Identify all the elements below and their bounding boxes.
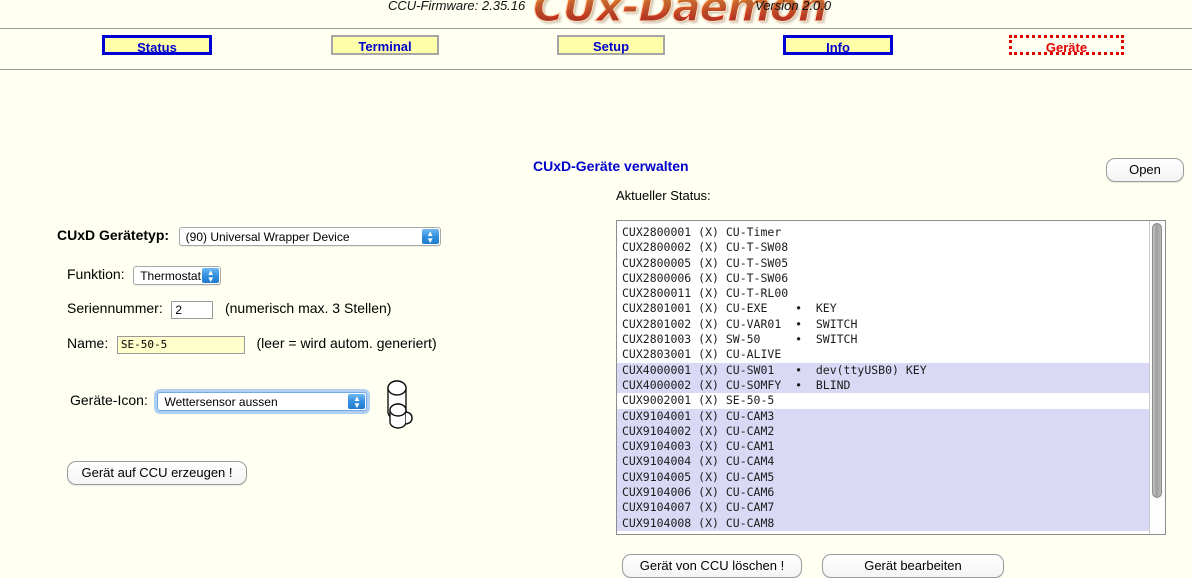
function-row: Funktion: Thermostat ▲ ▼ xyxy=(67,266,222,286)
device-list-item[interactable]: CUX4000002 (X) CU-SOMFY • BLIND xyxy=(617,377,1149,394)
function-select[interactable]: Thermostat ▲ ▼ xyxy=(133,266,222,286)
create-device-button[interactable]: Gerät auf CCU erzeugen ! xyxy=(67,461,247,485)
device-list-item[interactable]: CUX9104005 (X) CU-CAM5 xyxy=(617,469,1149,486)
delete-device-button[interactable]: Gerät von CCU löschen ! xyxy=(622,554,802,578)
tab-terminal[interactable]: Terminal xyxy=(331,35,439,55)
edit-device-button[interactable]: Gerät bearbeiten xyxy=(822,554,1004,578)
serial-label: Seriennummer: xyxy=(67,300,163,316)
device-icon-label: Geräte-Icon: xyxy=(70,392,148,408)
device-list-item[interactable]: CUX9104006 (X) CU-CAM6 xyxy=(617,485,1149,501)
device-type-label: CUxD Gerätetyp: xyxy=(57,227,170,243)
serial-row: Seriennummer: 2 (numerisch max. 3 Stelle… xyxy=(67,300,391,319)
device-type-select[interactable]: (90) Universal Wrapper Device ▲ ▼ xyxy=(178,227,441,247)
scrollbar-thumb[interactable] xyxy=(1152,223,1162,498)
device-list-rows: CUX2800001 (X) CU-Timer CUX2800002 (X) CU… xyxy=(617,221,1149,534)
device-list-item[interactable]: CUX4000001 (X) CU-SW01 • dev(ttyUSB0) KE… xyxy=(617,362,1149,378)
open-button[interactable]: Open xyxy=(1106,158,1184,182)
device-list-item[interactable]: CUX9104008 (X) CU-CAM8 xyxy=(617,515,1149,531)
tab-geraete[interactable]: Geräte xyxy=(1009,35,1124,55)
serial-input[interactable]: 2 xyxy=(171,300,214,319)
device-type-value: (90) Universal Wrapper Device xyxy=(185,230,350,245)
name-input[interactable]: SE-50-5 xyxy=(116,335,245,354)
device-icon-value: Wettersensor aussen xyxy=(164,395,278,410)
name-label: Name: xyxy=(67,335,109,351)
device-list-item[interactable]: CUX9104002 (X) CU-CAM2 xyxy=(617,423,1149,440)
weather-sensor-icon xyxy=(376,372,420,430)
device-list[interactable]: CUX2800001 (X) CU-Timer CUX2800002 (X) CU… xyxy=(616,220,1166,535)
device-list-item[interactable]: CUX9104003 (X) CU-CAM1 xyxy=(617,439,1149,455)
tab-status[interactable]: Status xyxy=(102,35,212,55)
ccu-firmware-text: CCU-Firmware: 2.35.16 xyxy=(388,0,526,13)
chevron-updown-icon: ▲ ▼ xyxy=(348,394,366,410)
device-list-item[interactable]: CUX2800005 (X) CU-T-SW05 xyxy=(617,256,1149,271)
app-header: CCU-Firmware: 2.35.16 CUx-Daemon Version… xyxy=(0,0,1192,32)
device-icon-select[interactable]: Wettersensor aussen ▲ ▼ xyxy=(157,392,368,412)
current-status-label: Aktueller Status: xyxy=(616,188,711,203)
device-list-item[interactable]: CUX9002001 (X) SE-50-5 xyxy=(617,393,1149,408)
function-label: Funktion: xyxy=(67,266,125,282)
device-list-item[interactable]: CUX2800011 (X) CU-T-RL00 xyxy=(617,286,1149,301)
name-row: Name: SE-50-5 (leer = wird autom. generi… xyxy=(67,335,437,354)
tab-setup[interactable]: Setup xyxy=(557,35,665,55)
device-list-item[interactable]: CUX2801001 (X) CU-EXE • KEY xyxy=(617,301,1149,316)
device-list-item[interactable]: CUX9104007 (X) CU-CAM7 xyxy=(617,500,1149,516)
device-list-item[interactable]: CUX2800001 (X) CU-Timer xyxy=(617,225,1149,240)
tab-info[interactable]: Info xyxy=(783,35,893,55)
serial-hint: (numerisch max. 3 Stellen) xyxy=(224,300,392,316)
main-navigation: Status Terminal Setup Info Geräte xyxy=(0,28,1192,70)
device-list-scrollbar[interactable] xyxy=(1149,221,1165,534)
function-value: Thermostat xyxy=(140,269,201,284)
chevron-updown-icon: ▲ ▼ xyxy=(202,268,220,284)
device-list-item[interactable]: CUX2800006 (X) CU-T-SW06 xyxy=(617,271,1149,286)
panel-title: CUxD-Geräte verwalten xyxy=(533,158,689,174)
device-type-row: CUxD Gerätetyp: (90) Universal Wrapper D… xyxy=(57,227,441,247)
device-list-item[interactable]: CUX2800002 (X) CU-T-SW08 xyxy=(617,240,1149,255)
device-list-item[interactable]: CUX9104001 (X) CU-CAM3 xyxy=(617,408,1149,424)
name-hint: (leer = wird autom. generiert) xyxy=(256,335,437,351)
app-version-text: Version 2.0.0 xyxy=(755,0,832,13)
device-list-item[interactable]: CUX2801003 (X) SW-50 • SWITCH xyxy=(617,332,1149,347)
device-list-item[interactable]: CUX2803001 (X) CU-ALIVE xyxy=(617,347,1149,362)
device-list-item[interactable]: CUX9104004 (X) CU-CAM4 xyxy=(617,454,1149,470)
chevron-updown-icon: ▲ ▼ xyxy=(421,229,439,245)
device-icon-row: Geräte-Icon: Wettersensor aussen ▲ ▼ xyxy=(70,392,368,412)
device-list-item[interactable]: CUX2801002 (X) CU-VAR01 • SWITCH xyxy=(617,317,1149,332)
